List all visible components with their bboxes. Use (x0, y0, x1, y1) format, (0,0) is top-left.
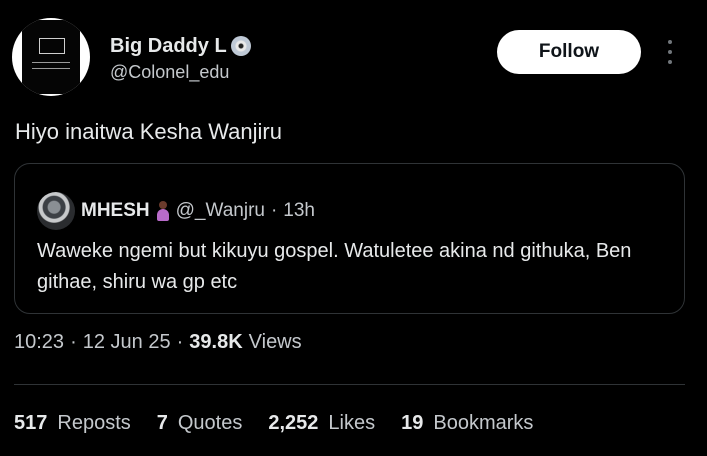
quoted-tweet[interactable]: MHESH @_Wanjru · 13h Waweke ngemi but ki… (14, 163, 685, 314)
tweet-header: Big Daddy L @Colonel_edu Follow (12, 18, 695, 98)
avatar-text-line (32, 62, 70, 63)
stat-label: Likes (328, 412, 376, 434)
stat-label: Reposts (57, 412, 131, 434)
display-name-row[interactable]: Big Daddy L (110, 34, 251, 58)
divider (14, 384, 685, 385)
stat-count: 7 (156, 412, 168, 434)
stat-reposts[interactable]: 517 Reposts (14, 412, 131, 435)
author-handle[interactable]: @Colonel_edu (110, 60, 251, 84)
cd-icon (230, 36, 251, 56)
stat-count: 517 (14, 412, 48, 434)
views-label: Views (248, 331, 302, 353)
quote-text: Waweke ngemi but kikuyu gospel. Watulete… (37, 240, 632, 293)
quote-author-name[interactable]: MHESH (81, 200, 150, 222)
quote-header: MHESH @_Wanjru · 13h (37, 192, 315, 230)
person-emoji-icon (156, 201, 170, 221)
avatar-text-line (32, 68, 70, 69)
stat-count: 19 (401, 412, 424, 434)
quote-separator: · (270, 200, 278, 221)
stat-likes[interactable]: 2,252 Likes (268, 412, 375, 435)
quote-timestamp[interactable]: 13h (283, 200, 315, 222)
post-date[interactable]: 12 Jun 25 (83, 331, 171, 354)
post-time[interactable]: 10:23 (14, 331, 64, 354)
stat-label: Bookmarks (433, 412, 534, 434)
author-names: Big Daddy L @Colonel_edu (110, 34, 251, 84)
tweet-meta: 10:23 · 12 Jun 25 · 39.8K Views (14, 331, 302, 354)
stat-label: Quotes (177, 412, 243, 434)
avatar-picture-icon (39, 38, 65, 54)
stat-quotes[interactable]: 7 Quotes (157, 412, 243, 435)
quote-author-avatar[interactable] (37, 192, 75, 230)
stat-bookmarks[interactable]: 19 Bookmarks (401, 412, 533, 435)
meta-separator: · (70, 331, 77, 353)
meta-separator: · (176, 331, 184, 353)
author-avatar[interactable] (12, 18, 90, 96)
stat-count: 2,252 (268, 412, 319, 434)
tweet-text: Hiyo inaitwa Kesha Wanjiru (15, 119, 282, 144)
author-display-name[interactable]: Big Daddy L (110, 34, 227, 58)
follow-button[interactable]: Follow (497, 30, 641, 74)
more-vertical-icon[interactable] (664, 38, 676, 66)
avatar-image (22, 20, 80, 94)
quote-author-handle[interactable]: @_Wanjru (176, 200, 265, 222)
views-count: 39.8K (189, 331, 243, 353)
engagement-stats: 517 Reposts 7 Quotes 2,252 Likes 19 Book… (14, 412, 559, 435)
